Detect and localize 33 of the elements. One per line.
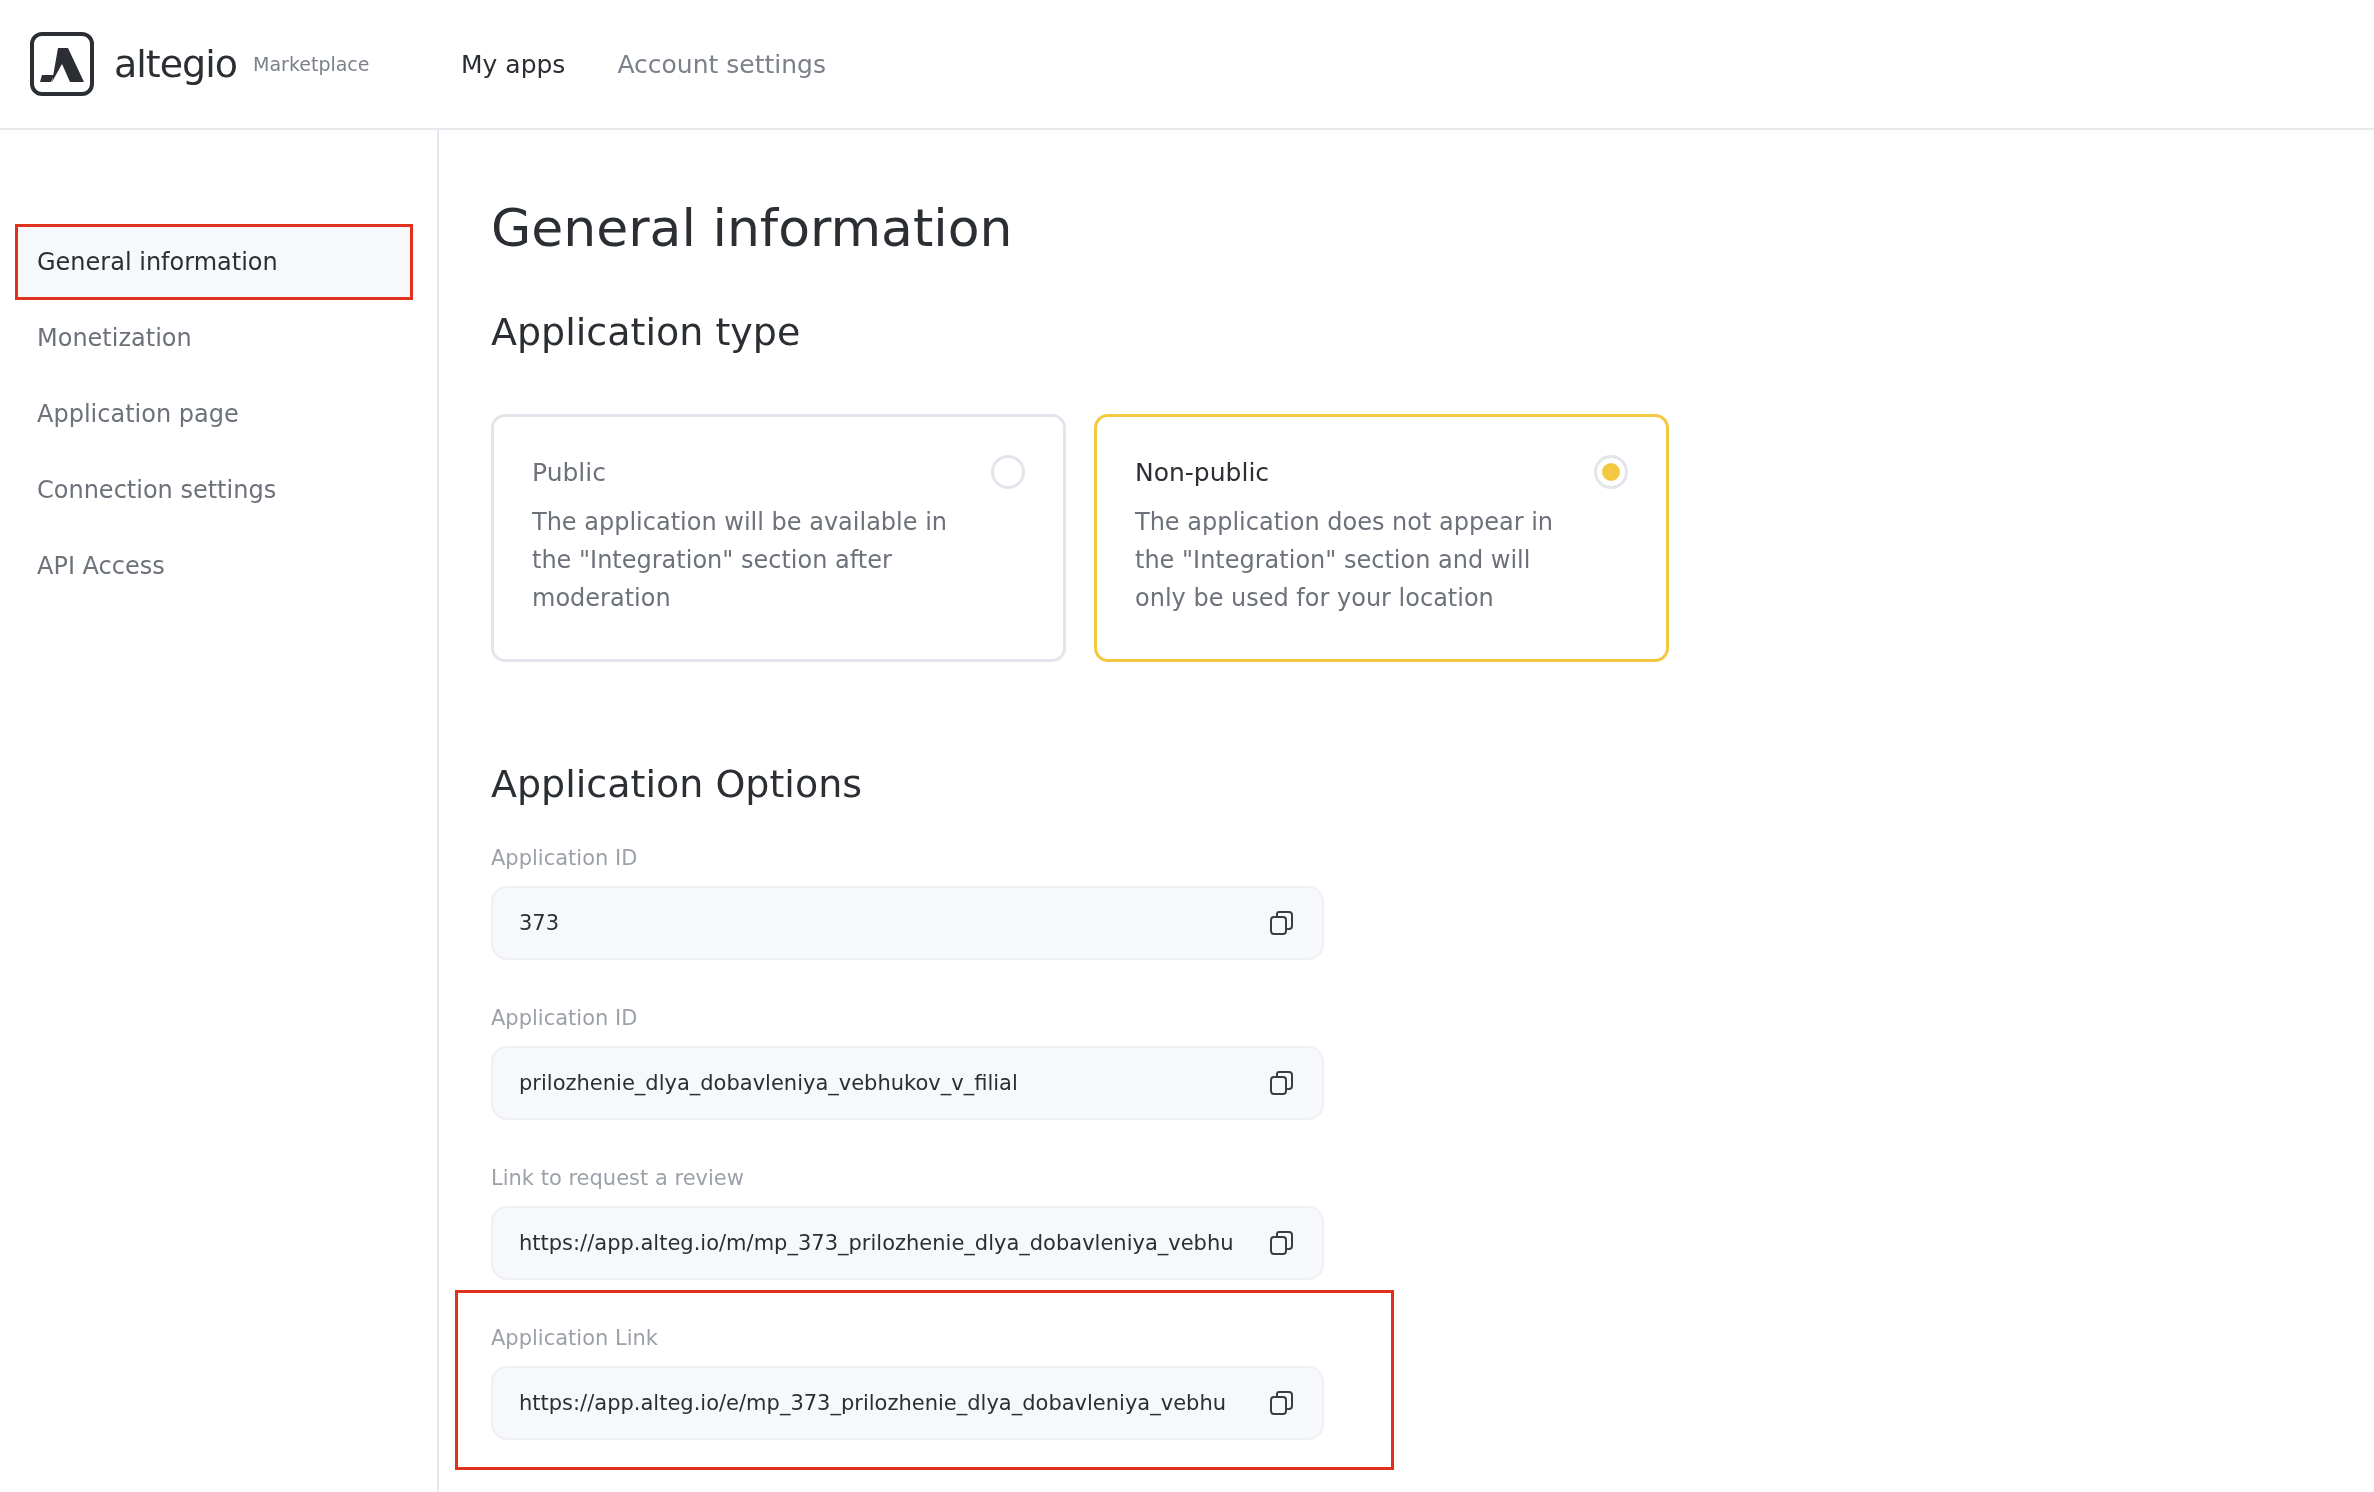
option-card[interactable]: Non-public The application does not appear in the "Integration" section and will only be used for your location [1094, 414, 1669, 662]
field-label: Link to request a review [491, 1166, 745, 1190]
logo-icon [30, 32, 94, 96]
copy-icon[interactable] [1268, 1229, 1296, 1257]
nav-link[interactable]: Account settings [617, 49, 826, 79]
radio-button[interactable] [1594, 455, 1628, 489]
sidebar-item[interactable]: API Access [0, 530, 437, 602]
sidebar-item[interactable]: Application page [0, 378, 437, 450]
sidebar-item[interactable]: Connection settings [0, 454, 437, 526]
option-title: Non-public [1135, 457, 1270, 487]
sidebar-item[interactable]: General information [15, 226, 413, 298]
field-label: Application Link [491, 1326, 659, 1350]
copy-icon[interactable] [1268, 909, 1296, 937]
section-heading: Application type [491, 310, 802, 354]
copy-icon[interactable] [1268, 1389, 1296, 1417]
copy-icon[interactable] [1268, 1069, 1296, 1097]
brand-name: altegio [114, 42, 238, 86]
section-heading: Application Options [491, 762, 864, 806]
readonly-field[interactable]: prilozhenie_dlya_dobavleniya_vebhukov_v_filial [491, 1046, 1324, 1120]
option-title: Public [532, 457, 606, 487]
field-label: Application ID [491, 846, 639, 870]
readonly-field[interactable]: 373 [491, 886, 1324, 960]
page-title: General information [491, 198, 1014, 258]
option-description: The application does not appear in the "Integration" section and will only be used for your location [1135, 507, 1555, 614]
readonly-field[interactable]: https://app.alteg.io/m/mp_373_prilozhenie_dlya_dobavleniya_vebhu [491, 1206, 1324, 1280]
field-label: Application ID [491, 1006, 639, 1030]
readonly-field[interactable]: https://app.alteg.io/e/mp_373_prilozhenie_dlya_dobavleniya_vebhu [491, 1366, 1324, 1440]
option-description: The application will be available in the "Integration" section after moderation [532, 507, 948, 614]
option-card[interactable]: Public The application will be available in the "Integration" section after moderation [491, 414, 1066, 662]
nav-link[interactable]: My apps [461, 49, 566, 79]
product-name: Marketplace [253, 53, 370, 75]
sidebar-item[interactable]: Monetization [0, 302, 437, 374]
radio-button[interactable] [991, 455, 1025, 489]
